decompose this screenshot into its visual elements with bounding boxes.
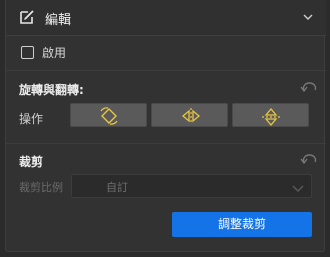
operation-label: 操作	[19, 112, 44, 126]
rotate-icon	[100, 107, 118, 125]
rotate-button[interactable]	[70, 103, 147, 127]
divider	[6, 70, 326, 71]
panel-header[interactable]: 編輯	[6, 0, 326, 36]
flip-vertical-button[interactable]	[232, 103, 309, 127]
flip-vertical-icon	[262, 107, 280, 127]
crop-title: 裁剪	[19, 155, 44, 169]
edit-square-icon	[19, 9, 36, 25]
reset-rotate-icon[interactable]	[300, 82, 317, 94]
crop-ratio-select[interactable]: 自訂	[71, 174, 312, 198]
chevron-down-icon[interactable]	[303, 11, 313, 21]
rotate-flip-title: 旋轉與翻轉:	[19, 83, 84, 97]
flip-horizontal-icon	[181, 108, 201, 124]
chevron-down-icon	[292, 182, 304, 192]
flip-horizontal-button[interactable]	[151, 103, 228, 127]
apply-crop-button[interactable]: 調整裁剪	[172, 212, 312, 237]
edit-panel: 編輯 啟用 旋轉與翻轉: 操作 裁剪 裁剪比例 自訂 調整裁剪	[5, 0, 326, 252]
enable-label: 啟用	[42, 46, 67, 60]
divider	[6, 143, 326, 144]
enable-checkbox[interactable]	[21, 46, 34, 59]
reset-crop-icon[interactable]	[300, 154, 317, 166]
crop-ratio-label: 裁剪比例	[19, 181, 63, 194]
crop-ratio-value: 自訂	[106, 181, 128, 194]
panel-title: 編輯	[45, 13, 72, 28]
